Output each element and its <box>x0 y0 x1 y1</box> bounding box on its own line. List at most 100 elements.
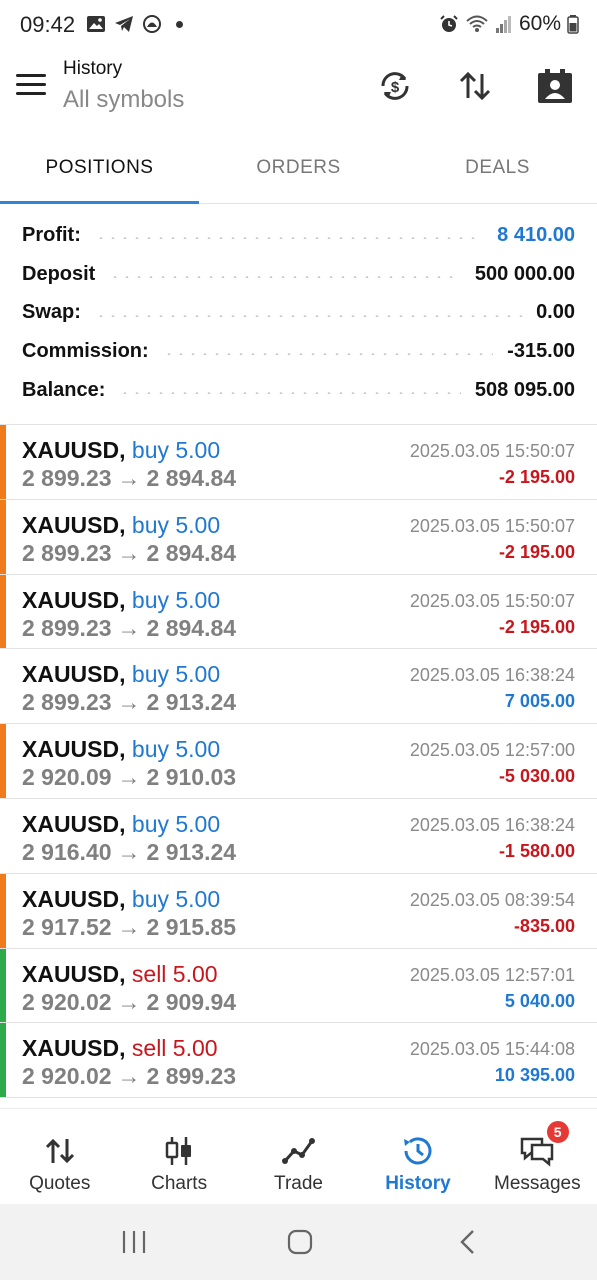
dot-leader <box>109 276 461 279</box>
deal-row[interactable]: XAUUSD, buy 5.00 2 899.23 → 2 913.24 2025.03… <box>0 649 597 725</box>
back-button[interactable] <box>448 1226 488 1258</box>
symbol-filter[interactable]: All symbols <box>63 86 184 114</box>
nav-label: Messages <box>494 1173 581 1194</box>
quotes-icon <box>45 1138 74 1164</box>
deal-type: buy 5.00 <box>131 586 221 613</box>
image-icon <box>87 16 105 32</box>
home-button[interactable] <box>280 1226 320 1258</box>
deal-type: sell 5.00 <box>131 960 218 987</box>
summary-label: Swap: <box>22 301 81 324</box>
alarm-icon <box>440 15 458 32</box>
messages-badge: 5 <box>544 1119 571 1145</box>
tab-deals[interactable]: DEALS <box>398 140 597 203</box>
summary-deposit-row: Deposit 500 000.00 <box>0 255 597 294</box>
deal-row[interactable]: XAUUSD, buy 5.00 2 916.40 → 2 913.24 2025.03… <box>0 799 597 874</box>
account-summary: Profit: 8 410.00 Deposit 500 000.00 Swap… <box>0 216 597 409</box>
deal-open-price: 2 920.09 <box>22 764 112 791</box>
status-time: 09:42 <box>20 12 76 37</box>
dot-leader <box>162 353 494 356</box>
back-icon <box>460 1230 474 1254</box>
deal-close-price: 2 913.24 <box>146 689 237 716</box>
nav-label: Trade <box>274 1173 323 1194</box>
deal-side-indicator <box>0 649 6 723</box>
deal-time: 2025.03.05 16:38:24 <box>409 814 575 835</box>
status-left-icons <box>86 14 183 34</box>
deal-symbol: XAUUSD, <box>22 885 126 912</box>
deal-type: buy 5.00 <box>131 437 221 463</box>
deal-side-indicator <box>0 948 6 1023</box>
deal-profit: -2 195.00 <box>498 616 575 637</box>
battery-percent: 60% <box>518 12 561 35</box>
deal-symbol: XAUUSD, <box>22 511 126 538</box>
deal-row[interactable]: XAUUSD, sell 5.00 2 920.02 → 2 909.94 2025.0… <box>0 948 597 1024</box>
nav-messages[interactable]: 5 Messages <box>478 1109 597 1204</box>
deal-row[interactable]: XAUUSD, buy 5.00 2 899.23 → 2 894.84 2025.03… <box>0 499 597 575</box>
deal-symbol: XAUUSD, <box>22 1035 126 1062</box>
nav-quotes[interactable]: Quotes <box>0 1109 119 1204</box>
summary-deposit-value: 500 000.00 <box>474 262 575 285</box>
deal-open-price: 2 899.23 <box>22 539 112 566</box>
deal-title: XAUUSD, sell 5.00 <box>22 961 218 988</box>
nav-trade[interactable]: Trade <box>239 1109 358 1204</box>
dot-leader <box>94 314 523 317</box>
deal-title: XAUUSD, buy 5.00 <box>22 587 220 614</box>
deal-prices: 2 920.02 → 2 899.23 <box>22 1063 236 1090</box>
deal-type: buy 5.00 <box>131 885 221 912</box>
tab-orders[interactable]: ORDERS <box>199 140 398 203</box>
deal-side-indicator <box>0 873 6 948</box>
deal-side-indicator <box>0 574 6 649</box>
nav-label: Charts <box>151 1173 208 1194</box>
recent-apps-button[interactable] <box>114 1226 154 1258</box>
deal-prices: 2 916.40 → 2 913.24 <box>22 839 236 866</box>
deal-close-price: 2 910.03 <box>146 764 237 791</box>
deal-row[interactable]: XAUUSD, buy 5.00 2 920.09 → 2 910.03 2025.03… <box>0 724 597 799</box>
deal-row[interactable]: XAUUSD, buy 5.00 2 899.23 → 2 894.84 2025.03… <box>0 425 597 500</box>
deal-time: 2025.03.05 15:44:08 <box>409 1039 575 1060</box>
arrow-right-icon: → <box>117 689 141 716</box>
summary-profit-value: 8 410.00 <box>497 223 575 246</box>
history-icon <box>403 1137 432 1165</box>
nav-history[interactable]: History <box>358 1109 477 1204</box>
deal-time: 2025.03.05 08:39:54 <box>409 889 575 910</box>
deal-row[interactable]: XAUUSD, sell 5.00 2 920.02 → 2 899.23 2025.0… <box>0 1023 597 1099</box>
currency-exchange-button[interactable]: $ <box>373 64 417 108</box>
more-notifications-dot <box>176 20 183 28</box>
deal-close-price: 2 894.84 <box>146 614 237 641</box>
deal-close-price: 2 913.24 <box>146 838 237 865</box>
dot-leader <box>94 237 484 240</box>
svg-text:$: $ <box>391 79 400 96</box>
arrow-right-icon: → <box>117 913 141 940</box>
tab-bar: POSITIONS ORDERS DEALS <box>0 140 597 204</box>
deal-row[interactable]: XAUUSD, buy 5.00 2 899.23 → 2 894.84 2025.03… <box>0 574 597 650</box>
arrow-right-icon: → <box>117 764 141 791</box>
nav-charts[interactable]: Charts <box>119 1109 238 1204</box>
app-header: History All symbols $ <box>0 52 597 132</box>
deal-row[interactable]: XAUUSD, buy 5.00 2 917.52 → 2 915.85 2025.03… <box>0 873 597 949</box>
tab-positions[interactable]: POSITIONS <box>0 140 199 204</box>
menu-icon[interactable] <box>16 74 46 98</box>
recent-apps-icon <box>122 1231 146 1253</box>
summary-commission-row: Commission: -315.00 <box>0 332 597 371</box>
deal-title: XAUUSD, buy 5.00 <box>22 661 220 688</box>
sort-button[interactable] <box>453 64 497 108</box>
deal-prices: 2 917.52 → 2 915.85 <box>22 914 236 941</box>
nav-label: Quotes <box>29 1173 91 1194</box>
summary-swap-value: 0.00 <box>536 301 575 324</box>
deal-profit: -1 580.00 <box>498 840 575 861</box>
deal-profit: 10 395.00 <box>494 1065 575 1086</box>
deal-open-price: 2 899.23 <box>22 614 112 641</box>
deal-symbol: XAUUSD, <box>22 960 126 987</box>
status-bar: 09:42 60% <box>0 0 597 52</box>
deal-time: 2025.03.05 16:38:24 <box>409 665 575 686</box>
deal-prices: 2 899.23 → 2 894.84 <box>22 465 236 492</box>
summary-profit-row: Profit: 8 410.00 <box>0 216 597 255</box>
deal-type: buy 5.00 <box>131 511 221 538</box>
battery-icon <box>567 15 579 34</box>
positions-list: XAUUSD, buy 5.00 2 899.23 → 2 894.84 2025.03… <box>0 424 597 1099</box>
deal-time: 2025.03.05 12:57:01 <box>409 964 575 985</box>
deal-open-price: 2 899.23 <box>22 689 112 716</box>
deal-open-price: 2 916.40 <box>22 838 112 865</box>
contact-card-button[interactable] <box>533 64 577 108</box>
deal-time: 2025.03.05 12:57:00 <box>409 740 575 761</box>
deal-close-price: 2 894.84 <box>146 539 237 566</box>
